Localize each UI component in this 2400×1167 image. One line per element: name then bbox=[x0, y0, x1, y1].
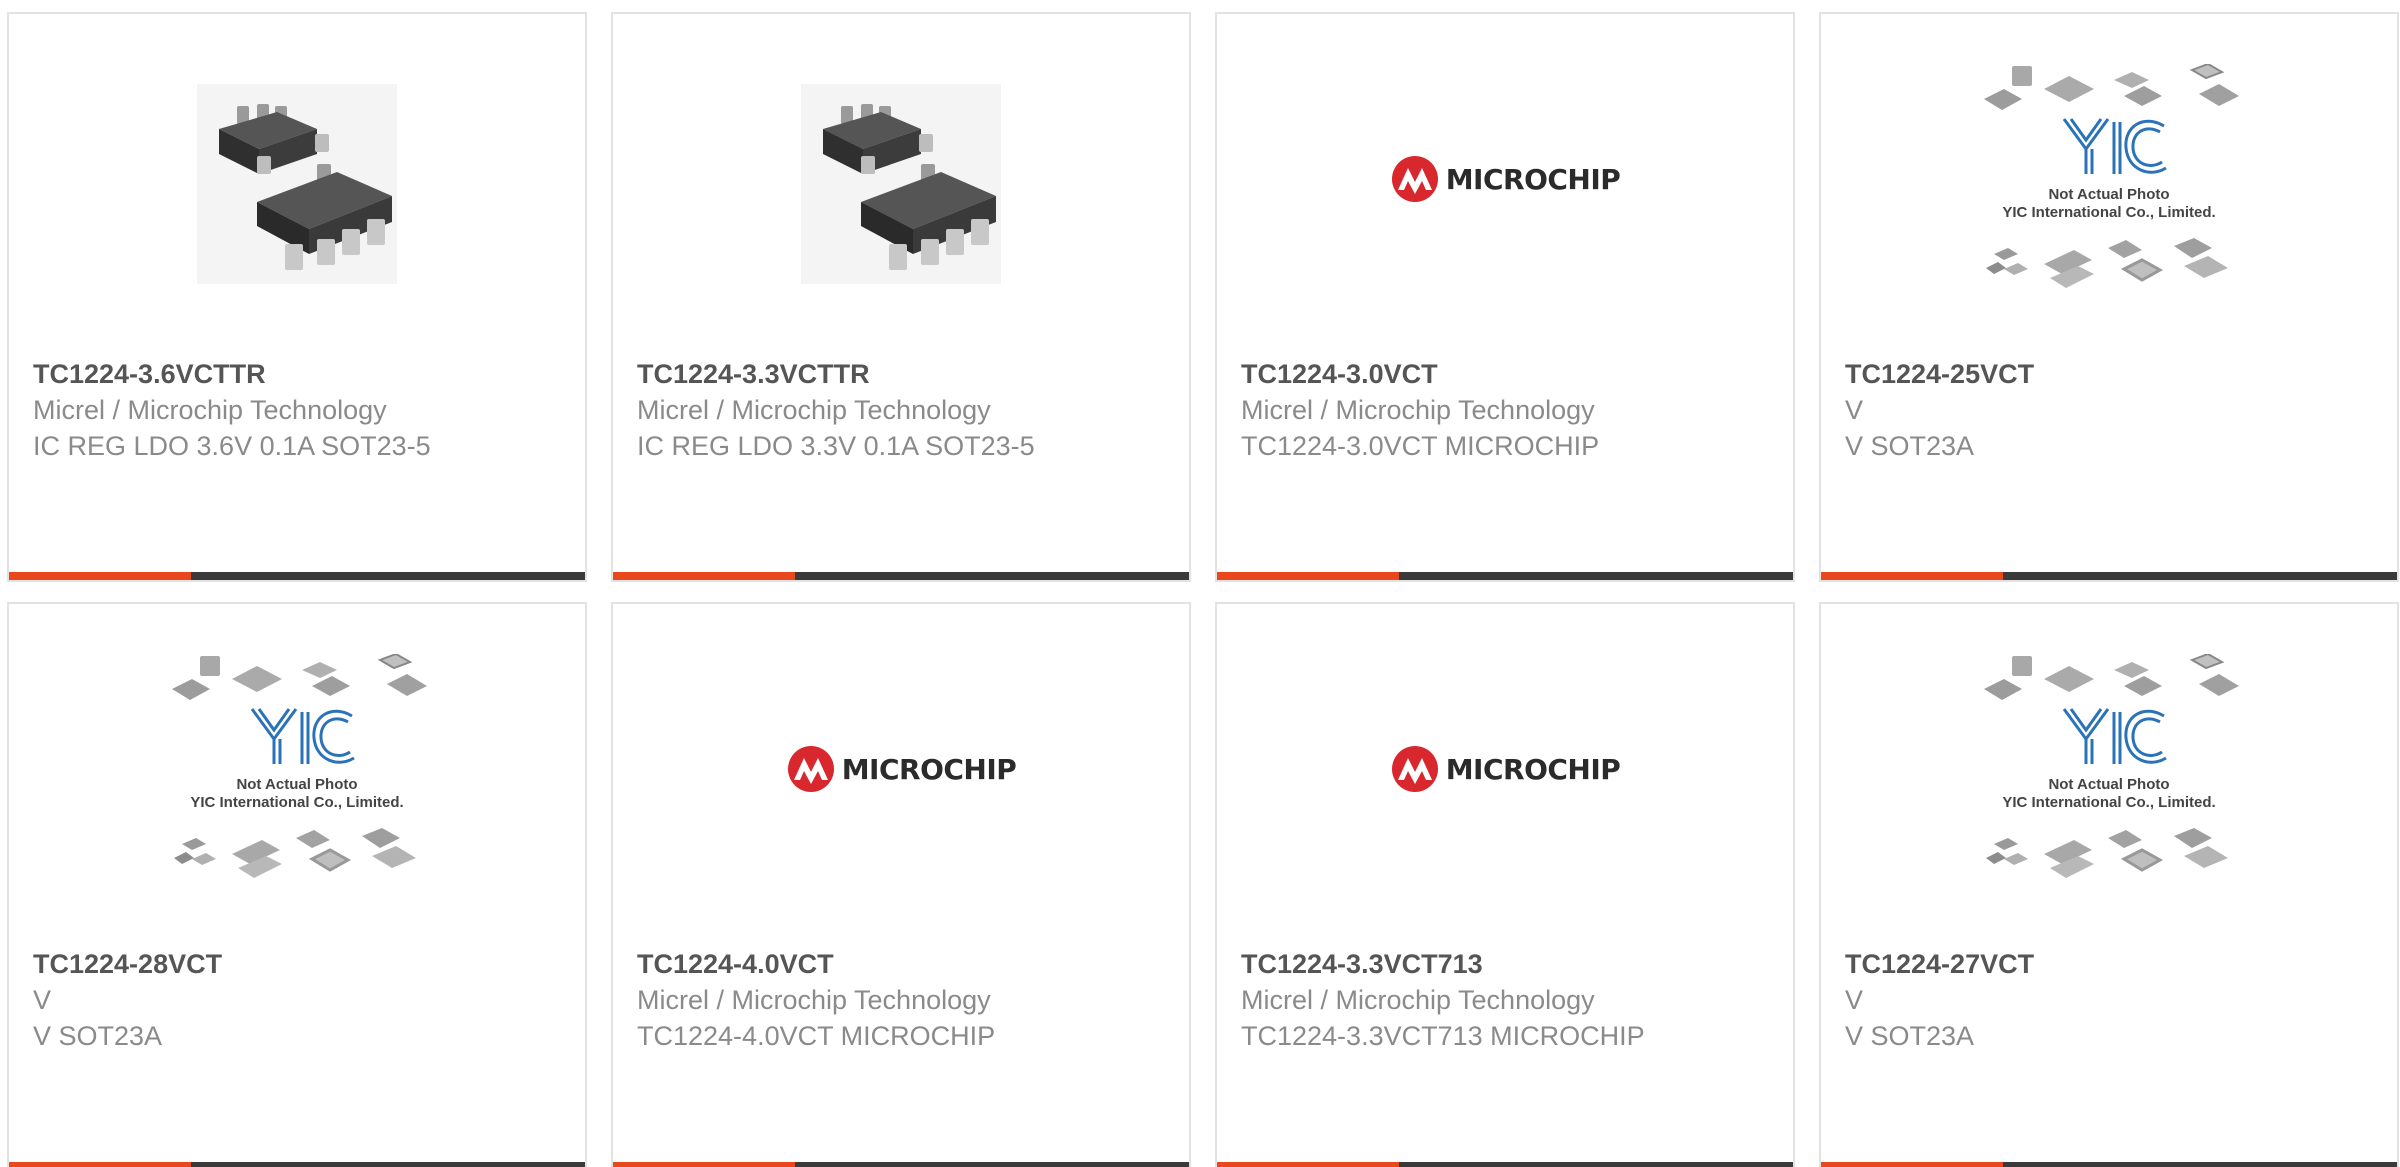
component-collage-icon: Not Actual Photo YIC International Co., … bbox=[1984, 652, 2239, 878]
manufacturer: Micrel / Microchip Technology bbox=[637, 985, 991, 1015]
card-bottom-bar bbox=[1217, 1162, 1793, 1167]
component-collage-icon: Not Actual Photo YIC International Co., … bbox=[1984, 62, 2239, 288]
part-number[interactable]: TC1224-25VCT bbox=[1845, 356, 2373, 392]
placeholder-line1: Not Actual Photo bbox=[2048, 186, 2169, 203]
microchip-logo-text: MICROCHIP bbox=[1445, 752, 1621, 786]
microchip-logo: MICROCHIP bbox=[786, 744, 1017, 794]
card-accent-bar bbox=[9, 1162, 191, 1167]
product-image[interactable]: MICROCHIP bbox=[1217, 14, 1793, 354]
part-number[interactable]: TC1224-3.3VCTTR bbox=[637, 356, 1165, 392]
not-actual-photo-placeholder: Not Actual Photo YIC International Co., … bbox=[1974, 62, 2244, 304]
product-image[interactable] bbox=[613, 14, 1189, 354]
product-image[interactable]: Not Actual Photo YIC International Co., … bbox=[1821, 604, 2397, 944]
card-accent-bar bbox=[1821, 572, 2003, 580]
product-card[interactable]: MICROCHIP TC1224-3.0VCT Micrel / Microchi… bbox=[1215, 12, 1795, 582]
product-description: V SOT23A bbox=[33, 1021, 163, 1051]
microchip-logo-text: MICROCHIP bbox=[1445, 162, 1621, 196]
product-card[interactable]: TC1224-3.6VCTTR Micrel / Microchip Techno… bbox=[7, 12, 587, 582]
product-info: TC1224-25VCT V V SOT23A bbox=[1845, 356, 2373, 464]
microchip-mark-icon bbox=[787, 746, 834, 792]
product-description: IC REG LDO 3.6V 0.1A SOT23-5 bbox=[33, 431, 431, 461]
placeholder-line1: Not Actual Photo bbox=[2048, 776, 2169, 793]
placeholder-line2: YIC International Co., Limited. bbox=[2002, 204, 2215, 221]
product-description: TC1224-4.0VCT MICROCHIP bbox=[637, 1021, 996, 1051]
card-bottom-bar bbox=[1821, 572, 2397, 580]
product-info: TC1224-3.6VCTTR Micrel / Microchip Techno… bbox=[33, 356, 561, 464]
card-accent-bar bbox=[1821, 1162, 2003, 1167]
card-accent-bar bbox=[613, 572, 795, 580]
product-info: TC1224-27VCT V V SOT23A bbox=[1845, 946, 2373, 1054]
part-number[interactable]: TC1224-3.0VCT bbox=[1241, 356, 1769, 392]
card-accent-bar bbox=[1217, 572, 1399, 580]
microchip-logo: MICROCHIP bbox=[1390, 154, 1621, 204]
microchip-logo: MICROCHIP bbox=[1390, 744, 1621, 794]
product-photo bbox=[801, 84, 1001, 284]
product-info: TC1224-3.3VCT713 Micrel / Microchip Techn… bbox=[1241, 946, 1769, 1054]
product-image[interactable]: Not Actual Photo YIC International Co., … bbox=[1821, 14, 2397, 354]
placeholder-line2: YIC International Co., Limited. bbox=[2002, 794, 2215, 811]
part-number[interactable]: TC1224-28VCT bbox=[33, 946, 561, 982]
product-description: V SOT23A bbox=[1845, 431, 1975, 461]
card-accent-bar bbox=[9, 572, 191, 580]
placeholder-line2: YIC International Co., Limited. bbox=[190, 794, 403, 811]
manufacturer: Micrel / Microchip Technology bbox=[1241, 985, 1595, 1015]
microchip-logo-text: MICROCHIP bbox=[841, 752, 1017, 786]
product-description: IC REG LDO 3.3V 0.1A SOT23-5 bbox=[637, 431, 1035, 461]
manufacturer: Micrel / Microchip Technology bbox=[637, 395, 991, 425]
sot23-package-icon bbox=[219, 104, 392, 270]
product-info: TC1224-4.0VCT Micrel / Microchip Technolo… bbox=[637, 946, 1165, 1054]
product-card[interactable]: Not Actual Photo YIC International Co., … bbox=[1819, 602, 2399, 1167]
manufacturer: V bbox=[1845, 985, 1864, 1015]
product-image[interactable]: MICROCHIP bbox=[613, 604, 1189, 944]
product-info: TC1224-28VCT V V SOT23A bbox=[33, 946, 561, 1054]
product-info: TC1224-3.0VCT Micrel / Microchip Technolo… bbox=[1241, 356, 1769, 464]
product-description: TC1224-3.3VCT713 MICROCHIP bbox=[1241, 1021, 1645, 1051]
product-card[interactable]: Not Actual Photo YIC International Co., … bbox=[1819, 12, 2399, 582]
product-description: V SOT23A bbox=[1845, 1021, 1975, 1051]
placeholder-line1: Not Actual Photo bbox=[236, 776, 357, 793]
card-bottom-bar bbox=[1821, 1162, 2397, 1167]
card-accent-bar bbox=[1217, 1162, 1399, 1167]
manufacturer: Micrel / Microchip Technology bbox=[1241, 395, 1595, 425]
not-actual-photo-placeholder: Not Actual Photo YIC International Co., … bbox=[162, 652, 432, 894]
microchip-mark-icon bbox=[1391, 156, 1438, 202]
product-image[interactable]: Not Actual Photo YIC International Co., … bbox=[9, 604, 585, 944]
part-number[interactable]: TC1224-3.6VCTTR bbox=[33, 356, 561, 392]
product-card[interactable]: MICROCHIP TC1224-3.3VCT713 Micrel / Micro… bbox=[1215, 602, 1795, 1167]
card-bottom-bar bbox=[1217, 572, 1793, 580]
product-card[interactable]: TC1224-3.3VCTTR Micrel / Microchip Techno… bbox=[611, 12, 1191, 582]
not-actual-photo-placeholder: Not Actual Photo YIC International Co., … bbox=[1974, 652, 2244, 894]
product-info: TC1224-3.3VCTTR Micrel / Microchip Techno… bbox=[637, 356, 1165, 464]
product-image[interactable] bbox=[9, 14, 585, 354]
product-photo bbox=[197, 84, 397, 284]
microchip-mark-icon bbox=[1391, 746, 1438, 792]
component-collage-icon: Not Actual Photo YIC International Co., … bbox=[172, 652, 427, 878]
part-number[interactable]: TC1224-27VCT bbox=[1845, 946, 2373, 982]
card-accent-bar bbox=[613, 1162, 795, 1167]
product-card[interactable]: Not Actual Photo YIC International Co., … bbox=[7, 602, 587, 1167]
product-image[interactable]: MICROCHIP bbox=[1217, 604, 1793, 944]
card-bottom-bar bbox=[613, 572, 1189, 580]
product-description: TC1224-3.0VCT MICROCHIP bbox=[1241, 431, 1600, 461]
card-bottom-bar bbox=[9, 1162, 585, 1167]
manufacturer: V bbox=[33, 985, 52, 1015]
card-bottom-bar bbox=[613, 1162, 1189, 1167]
product-card[interactable]: MICROCHIP TC1224-4.0VCT Micrel / Microchi… bbox=[611, 602, 1191, 1167]
part-number[interactable]: TC1224-4.0VCT bbox=[637, 946, 1165, 982]
manufacturer: Micrel / Microchip Technology bbox=[33, 395, 387, 425]
part-number[interactable]: TC1224-3.3VCT713 bbox=[1241, 946, 1769, 982]
card-bottom-bar bbox=[9, 572, 585, 580]
sot23-package-icon bbox=[823, 104, 996, 270]
manufacturer: V bbox=[1845, 395, 1864, 425]
product-grid: TC1224-3.6VCTTR Micrel / Microchip Techno… bbox=[7, 12, 2399, 1167]
